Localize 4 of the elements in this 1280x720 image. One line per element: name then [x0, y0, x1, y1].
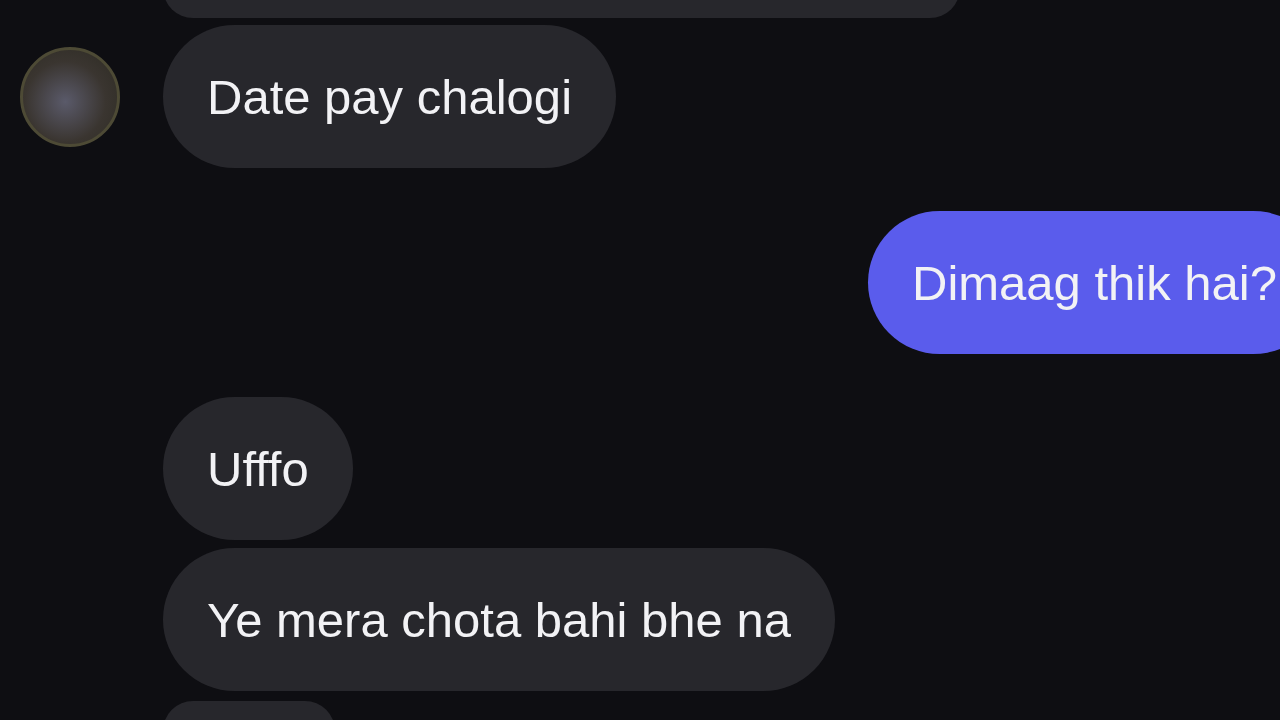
message-bubble: Dimaag thik hai? [868, 211, 1280, 354]
message-bubble: Ye mera chota bahi bhe na [163, 548, 835, 691]
message-bubble: Ufffo [163, 397, 353, 540]
message-bubble: Date pay chalogi [163, 25, 616, 168]
